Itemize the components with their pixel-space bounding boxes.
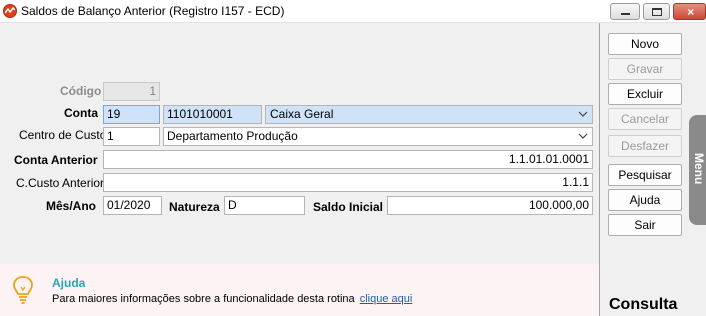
ccusto-anterior-label: C.Custo Anterior <box>16 176 105 190</box>
window-title: Saldos de Balanço Anterior (Registro I15… <box>21 4 285 18</box>
gravar-button[interactable]: Gravar <box>608 58 682 80</box>
natureza-input[interactable]: D <box>224 196 305 215</box>
conta-name-select[interactable]: Caixa Geral <box>265 105 593 124</box>
codigo-field: 1 <box>103 82 160 101</box>
natureza-label: Natureza <box>169 200 220 214</box>
chevron-down-icon[interactable] <box>577 130 589 143</box>
ccusto-anterior-input[interactable]: 1.1.1 <box>103 173 593 192</box>
help-panel: Ajuda Para maiores informações sobre a f… <box>0 264 599 316</box>
desfazer-button[interactable]: Desfazer <box>608 135 682 157</box>
conta-code-input[interactable]: 19 <box>103 105 160 124</box>
pesquisar-button[interactable]: Pesquisar <box>608 164 682 186</box>
menu-tab-label: Menu <box>692 153 706 185</box>
maximize-icon <box>652 8 662 16</box>
title-bar: Saldos de Balanço Anterior (Registro I15… <box>0 0 706 23</box>
codigo-label: Código <box>60 84 102 98</box>
help-link[interactable]: clique aqui <box>360 293 413 305</box>
conta-anterior-label: Conta Anterior <box>14 153 98 167</box>
close-button[interactable]: × <box>673 3 706 20</box>
minimize-button[interactable] <box>610 3 640 20</box>
menu-tab[interactable]: Menu <box>689 115 706 225</box>
chevron-down-icon[interactable] <box>577 108 589 121</box>
help-text: Para maiores informações sobre a funcion… <box>52 293 412 305</box>
mes-ano-input[interactable]: 01/2020 <box>103 196 162 215</box>
minimize-icon <box>621 13 630 15</box>
conta-name-value: Caixa Geral <box>270 107 334 121</box>
app-logo-icon <box>3 4 17 18</box>
conta-number-input[interactable]: 1101010001 <box>163 105 262 124</box>
help-description: Para maiores informações sobre a funcion… <box>52 293 355 305</box>
ajuda-button[interactable]: Ajuda <box>608 189 682 211</box>
saldo-inicial-label: Saldo Inicial <box>313 200 384 214</box>
novo-button[interactable]: Novo <box>608 33 682 55</box>
maximize-button[interactable] <box>643 3 670 20</box>
lightbulb-icon <box>13 276 33 304</box>
consulta-label: Consulta <box>609 296 678 313</box>
excluir-button[interactable]: Excluir <box>608 83 682 105</box>
sair-button[interactable]: Sair <box>608 214 682 236</box>
conta-anterior-input[interactable]: 1.1.01.01.0001 <box>103 150 593 169</box>
cancelar-button[interactable]: Cancelar <box>608 108 682 130</box>
mes-ano-label: Mês/Ano <box>46 199 97 213</box>
centro-custo-label: Centro de Custo <box>19 128 107 142</box>
close-icon: × <box>687 5 695 19</box>
centro-custo-value: Departamento Produção <box>167 129 298 143</box>
centro-custo-code-input[interactable]: 1 <box>103 127 160 146</box>
help-title: Ajuda <box>52 276 86 290</box>
conta-label: Conta <box>64 106 98 120</box>
saldo-inicial-input[interactable]: 100.000,00 <box>387 196 593 215</box>
centro-custo-select[interactable]: Departamento Produção <box>163 127 593 146</box>
